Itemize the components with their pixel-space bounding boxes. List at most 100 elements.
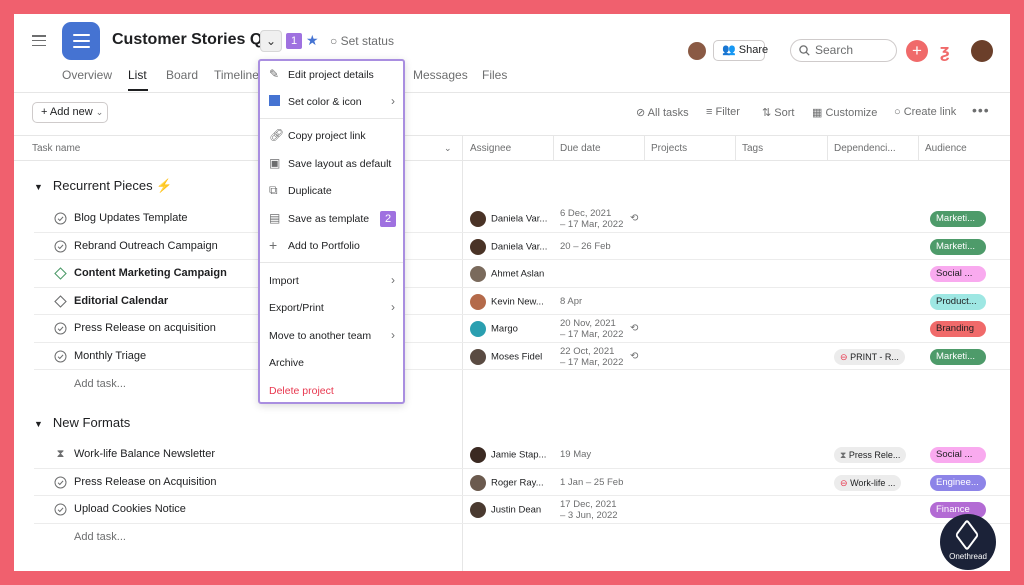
due-date-cell[interactable]: 8 Apr [560, 296, 582, 307]
add-new-button[interactable]: + Add new ⌄ [32, 102, 108, 123]
star-icon[interactable]: ★ [306, 31, 319, 49]
audience-tag[interactable]: Marketi... [930, 211, 986, 227]
audience-tag[interactable]: Branding [930, 321, 986, 337]
column-dependencies[interactable]: Dependenci... [834, 143, 896, 154]
assignee-cell[interactable]: Daniela Var... [470, 238, 547, 255]
create-link-button[interactable]: ○ Create link [894, 106, 956, 118]
add-task-link[interactable]: Add task... [74, 531, 126, 543]
task-name[interactable]: Blog Updates Template [74, 212, 188, 224]
task-name[interactable]: Monthly Triage [74, 350, 146, 362]
table-row[interactable]: Monthly Triage Moses Fidel 22 Oct, 2021–… [34, 343, 1010, 370]
menu-icon[interactable] [32, 35, 46, 47]
check-circle-icon[interactable] [54, 350, 67, 363]
member-avatar[interactable] [688, 42, 706, 60]
menu-item-delete[interactable]: Delete project [260, 378, 403, 404]
more-options-icon[interactable]: ••• [972, 102, 990, 118]
tab-overview[interactable]: Overview [62, 68, 112, 82]
menu-item-copy-link[interactable]: 🔗︎ Copy project link [260, 123, 403, 149]
add-task-link[interactable]: Add task... [74, 378, 126, 390]
tab-list[interactable]: List [128, 68, 147, 82]
table-row[interactable]: ⧗ Work-life Balance Newsletter Jamie Sta… [34, 441, 1010, 469]
check-circle-icon[interactable] [54, 476, 67, 489]
caret-down-icon[interactable]: ▼ [34, 419, 43, 429]
caret-down-icon[interactable]: ▼ [34, 182, 43, 192]
audience-tag[interactable]: Product... [930, 293, 986, 310]
menu-item-save-layout[interactable]: ▣ Save layout as default [260, 151, 403, 177]
milestone-diamond-icon[interactable] [54, 294, 67, 308]
due-date-cell[interactable]: 17 Dec, 2021– 3 Jun, 2022 [560, 499, 618, 521]
hourglass-icon[interactable]: ⧗ [54, 448, 67, 461]
tab-files[interactable]: Files [482, 68, 507, 82]
tab-timeline[interactable]: Timeline [214, 68, 259, 82]
table-row[interactable]: Press Release on acquisition Margo 20 No… [34, 315, 1010, 343]
filter-button[interactable]: ≡ Filter [706, 106, 740, 118]
column-projects[interactable]: Projects [651, 143, 687, 154]
table-row[interactable]: Blog Updates Template Daniela Var... 6 D… [34, 205, 1010, 233]
due-date-cell[interactable]: 6 Dec, 2021– 17 Mar, 2022 [560, 208, 623, 230]
task-name[interactable]: Upload Cookies Notice [74, 503, 186, 515]
share-button[interactable]: 👥 Share [713, 40, 768, 61]
check-circle-icon[interactable] [54, 322, 67, 335]
project-menu-button[interactable]: ⌄ [260, 30, 282, 52]
user-avatar[interactable] [971, 40, 993, 62]
table-row[interactable]: Content Marketing Campaign Ahmet Aslan S… [34, 260, 1010, 288]
due-date-cell[interactable]: 20 Nov, 2021– 17 Mar, 2022 [560, 318, 623, 340]
milestone-diamond-icon[interactable] [54, 267, 67, 280]
column-due-date[interactable]: Due date [560, 143, 601, 154]
assignee-cell[interactable]: Margo [470, 321, 518, 337]
assignee-cell[interactable]: Moses Fidel [470, 348, 542, 365]
audience-tag[interactable]: Social ... [930, 266, 986, 282]
menu-item-add-portfolio[interactable]: + Add to Portfolio [260, 233, 403, 259]
search-input[interactable]: Search [790, 39, 897, 62]
assignee-cell[interactable]: Ahmet Aslan [470, 266, 544, 282]
all-tasks-button[interactable]: ⊘ All tasks [636, 106, 689, 119]
due-date-cell[interactable]: 20 – 26 Feb [560, 241, 611, 252]
sort-button[interactable]: ⇅ Sort [762, 106, 794, 119]
check-circle-icon[interactable] [54, 240, 67, 253]
check-circle-icon[interactable] [54, 212, 67, 225]
section-header-recurrent[interactable]: ▼ Recurrent Pieces ⚡ [34, 178, 172, 194]
assignee-cell[interactable]: Roger Ray... [470, 474, 544, 491]
dependency-tag[interactable]: ⊖ PRINT - R... [834, 348, 905, 365]
dependency-tag[interactable]: ⧗ Press Rele... [834, 447, 907, 463]
column-tags[interactable]: Tags [742, 143, 763, 154]
menu-item-duplicate[interactable]: ⧉ Duplicate [260, 178, 403, 204]
task-name[interactable]: Press Release on Acquisition [74, 476, 216, 488]
add-button[interactable]: + [906, 40, 928, 62]
task-name[interactable]: Press Release on acquisition [74, 322, 216, 334]
check-circle-icon[interactable] [54, 503, 67, 516]
audience-tag[interactable]: Social ... [930, 447, 986, 463]
due-date-cell[interactable]: 1 Jan – 25 Feb [560, 477, 623, 488]
menu-item-move-team[interactable]: Move to another team › [260, 323, 403, 349]
menu-item-import[interactable]: Import › [260, 268, 403, 294]
menu-item-edit-details[interactable]: ✎ Edit project details [260, 62, 403, 88]
table-row[interactable]: Upload Cookies Notice Justin Dean 17 Dec… [34, 496, 1010, 524]
menu-item-export[interactable]: Export/Print › [260, 295, 403, 321]
table-row[interactable]: Press Release on Acquisition Roger Ray..… [34, 469, 1010, 496]
task-name[interactable]: Work-life Balance Newsletter [74, 448, 215, 460]
menu-item-archive[interactable]: Archive [260, 350, 403, 376]
column-task-name[interactable]: Task name [32, 143, 80, 154]
section-header-new-formats[interactable]: ▼ New Formats [34, 415, 130, 430]
audience-tag[interactable]: Marketi... [930, 238, 986, 255]
task-name[interactable]: Editorial Calendar [74, 295, 168, 307]
column-assignee[interactable]: Assignee [470, 143, 511, 154]
assignee-cell[interactable]: Kevin New... [470, 293, 544, 310]
set-status-button[interactable]: ○ Set status [330, 34, 394, 48]
tab-messages[interactable]: Messages [413, 68, 468, 82]
due-date-cell[interactable]: 22 Oct, 2021– 17 Mar, 2022 [560, 346, 623, 368]
menu-item-set-color[interactable]: Set color & icon › [260, 89, 403, 115]
table-row[interactable]: Editorial Calendar Kevin New... 8 Apr Pr… [34, 288, 1010, 315]
tab-board[interactable]: Board [166, 68, 198, 82]
assignee-cell[interactable]: Jamie Stap... [470, 447, 546, 463]
project-list-icon[interactable] [62, 22, 100, 60]
audience-tag[interactable]: Marketi... [930, 348, 986, 365]
assignee-cell[interactable]: Justin Dean [470, 502, 541, 518]
chevron-down-icon[interactable]: ⌄ [444, 143, 452, 154]
assignee-cell[interactable]: Daniela Var... [470, 211, 547, 227]
due-date-cell[interactable]: 19 May [560, 449, 591, 460]
asana-logo-icon[interactable]: ƺ [940, 41, 949, 61]
task-name[interactable]: Rebrand Outreach Campaign [74, 240, 218, 252]
task-name[interactable]: Content Marketing Campaign [74, 267, 227, 279]
audience-tag[interactable]: Enginee... [930, 474, 986, 491]
